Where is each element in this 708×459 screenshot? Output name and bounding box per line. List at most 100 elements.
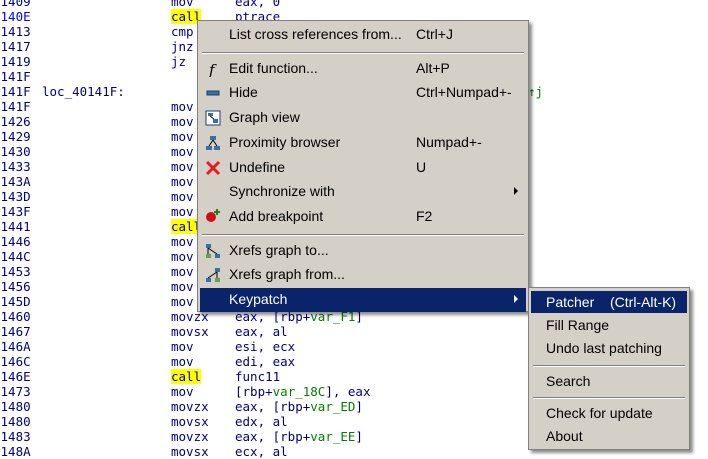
menu-item-shortcut: Ctrl+Numpad+- [416, 84, 512, 101]
line-address: 01456 [0, 279, 31, 294]
instruction-operands: func11 [235, 369, 280, 384]
keypatch-item-patcher[interactable]: Patcher (Ctrl-Alt-K) [531, 291, 687, 313]
line-address: 01453 [0, 264, 31, 279]
menu-item-label: Search [546, 372, 591, 389]
menu-item-xrefs-graph-from[interactable]: Xrefs graph from... [200, 263, 526, 287]
operand-text: eax, 0 [235, 0, 281, 9]
instruction-mnemonic: mov [171, 159, 194, 174]
menu-item-add-breakpoint[interactable]: Add breakpoint F2 [200, 205, 526, 229]
xrefs-from-icon [205, 267, 221, 283]
line-address: 0143F [0, 204, 31, 219]
keypatch-item-about[interactable]: About [531, 425, 687, 447]
instruction-mnemonic: jnz [171, 39, 194, 54]
instruction-mnemonic: mov [171, 174, 194, 189]
menu-item-label: Hide [229, 84, 258, 101]
menu-item-proximity-browser[interactable]: Proximity browser Numpad+- [200, 131, 526, 155]
operand-text: func11 [235, 369, 281, 384]
keypatch-item-undo-last-patching[interactable]: Undo last patching [531, 337, 687, 359]
menu-item-edit-function[interactable]: f Edit function... Alt+P [200, 57, 526, 81]
keypatch-item-search[interactable]: Search [531, 370, 687, 392]
line-address: 0146E [0, 369, 31, 384]
keypatch-item-fill-range[interactable]: Fill Range [531, 314, 687, 336]
operand-text: ] [355, 429, 363, 444]
line-address: 0143A [0, 174, 31, 189]
menu-item-label: Keypatch [229, 291, 288, 307]
line-address: 0141F [0, 99, 31, 114]
operand-variable[interactable]: var_ED [310, 399, 355, 414]
operand-text: ecx, al [235, 444, 288, 459]
context-menu: List cross references from... Ctrl+J f Edit… [197, 20, 529, 312]
menu-separator [202, 233, 524, 236]
instruction-mnemonic: mov [171, 144, 194, 159]
instruction-operands: esi, ecx [235, 339, 295, 354]
instruction-operands: edx, al [235, 414, 288, 429]
menu-item-label: List cross references from... [229, 26, 402, 42]
menu-item-shortcut: (Ctrl-Alt-K) [610, 294, 677, 310]
menu-item-label: Xrefs graph from... [229, 266, 345, 283]
instruction-operands: edi, eax [235, 354, 295, 369]
line-address: 01483 [0, 429, 31, 444]
undefine-icon [205, 160, 221, 176]
keypatch-submenu: Patcher (Ctrl-Alt-K) Fill Range Undo last p… [528, 287, 690, 450]
xref-arrow[interactable]: ↑j [528, 84, 543, 99]
submenu-arrow-icon [514, 187, 518, 196]
operand-text: eax, [rbp+ [235, 399, 311, 414]
instruction-operands: [rbp+var_18C], eax [235, 384, 370, 399]
line-address: 0148A [0, 444, 31, 459]
menu-item-xrefs-graph-to[interactable]: Xrefs graph to... [200, 239, 526, 263]
instruction-mnemonic: call [171, 369, 202, 384]
menu-separator [533, 364, 685, 367]
line-address: 01409 [0, 0, 31, 9]
line-address: 01433 [0, 159, 31, 174]
line-address: 01430 [0, 144, 31, 159]
line-address: 0141F [0, 69, 31, 84]
menu-item-synchronize-with[interactable]: Synchronize with [200, 180, 526, 204]
line-address: 01417 [0, 39, 31, 54]
keypatch-item-check-for-update[interactable]: Check for update [531, 402, 687, 424]
breakpoint-icon [205, 208, 221, 225]
menu-item-shortcut: F2 [416, 207, 433, 224]
operand-text: esi, ecx [235, 339, 296, 354]
instruction-mnemonic: mov [171, 384, 194, 399]
menu-separator [202, 51, 524, 54]
submenu-arrow-icon [514, 295, 518, 303]
line-address: 01480 [0, 399, 31, 414]
menu-item-label: About [546, 428, 583, 444]
instruction-mnemonic: mov [171, 234, 194, 249]
menu-item-undefine[interactable]: Undefine U [200, 156, 526, 180]
menu-item-keypatch[interactable]: Keypatch [200, 288, 526, 312]
svg-text:f: f [208, 61, 217, 77]
menu-item-shortcut: Ctrl+J [416, 26, 453, 42]
menu-item-hide[interactable]: Hide Ctrl+Numpad+- [200, 81, 526, 105]
menu-item-label: Fill Range [546, 317, 610, 334]
instruction-mnemonic: mov [171, 204, 194, 219]
xrefs-to-icon [205, 243, 221, 259]
line-address: 0140E [0, 9, 31, 24]
instruction-mnemonic: movsx [171, 444, 209, 459]
instruction-mnemonic: cmp [171, 24, 194, 39]
instruction-mnemonic: mov [171, 99, 194, 114]
instruction-operands: eax, [rbp+var_EE] [235, 429, 363, 444]
menu-item-label: Add breakpoint [229, 207, 324, 224]
operand-text: [rbp+ [235, 384, 273, 399]
operand-variable[interactable]: var_EE [310, 429, 355, 444]
menu-separator [533, 396, 685, 399]
menu-item-label: Undefine [229, 158, 286, 175]
code-label[interactable]: loc_40141F: [42, 84, 125, 99]
menu-item-label: Synchronize with [229, 183, 335, 200]
operand-variable[interactable]: var_18C [273, 384, 326, 399]
menu-item-graph-view[interactable]: Graph view [200, 106, 526, 130]
menu-item-list-cross-references-from[interactable]: List cross references from... Ctrl+J [200, 23, 526, 47]
instruction-mnemonic: mov [171, 189, 194, 204]
instruction-mnemonic: jz [171, 54, 187, 69]
line-address: 01460 [0, 309, 31, 324]
graph-view-icon [205, 110, 221, 126]
instruction-mnemonic: mov [171, 249, 194, 264]
instruction-mnemonic: mov [171, 0, 194, 9]
instruction-mnemonic: movzx [171, 399, 209, 414]
menu-item-label: Edit function... [229, 59, 318, 76]
menu-item-shortcut: Numpad+- [416, 133, 482, 150]
line-address: 0141F [0, 84, 31, 99]
line-address: 01413 [0, 24, 31, 39]
proximity-icon [205, 135, 221, 151]
